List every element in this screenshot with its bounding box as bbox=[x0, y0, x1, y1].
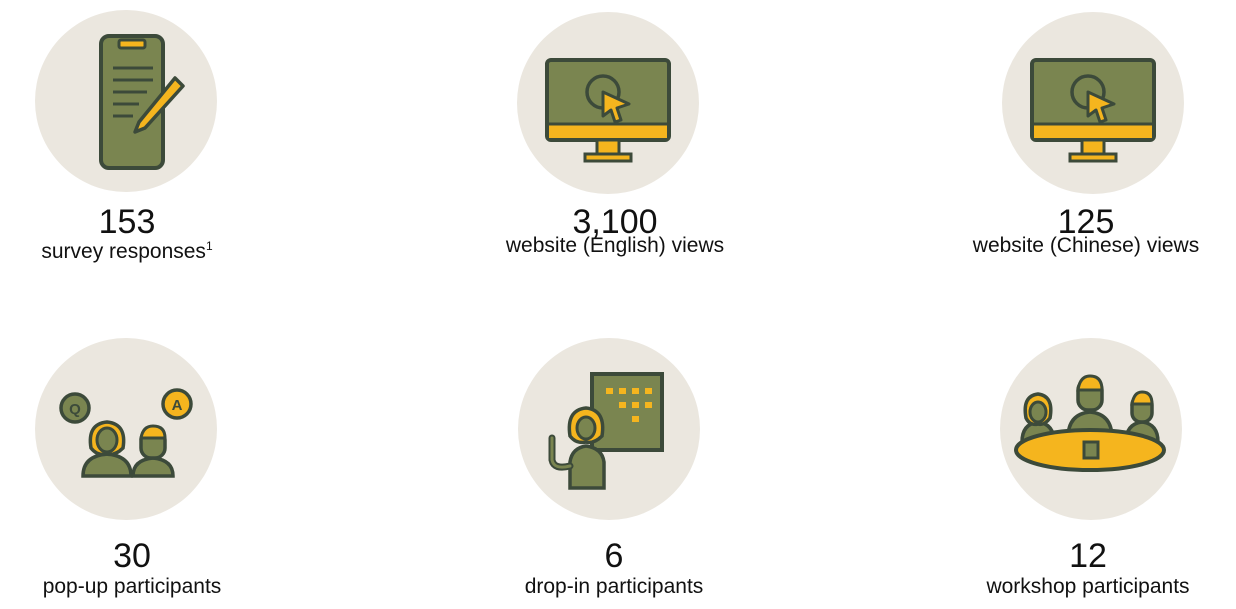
monitor-cursor-icon bbox=[1030, 58, 1156, 163]
circle-background bbox=[517, 12, 699, 194]
stat-label-text: survey responses bbox=[41, 240, 206, 263]
circle-background: Q A bbox=[35, 338, 217, 520]
stat-pop-up-participants: Q A 30 pop-up participants bbox=[0, 330, 282, 609]
stat-label: website (Chinese) views bbox=[972, 234, 1200, 257]
circle-background bbox=[35, 10, 217, 192]
tablet-pen-icon bbox=[99, 34, 185, 170]
footnote-marker: 1 bbox=[205, 239, 213, 253]
stat-survey-responses: 153 survey responses1 bbox=[0, 0, 277, 263]
stat-label: pop-up participants bbox=[42, 575, 222, 598]
stat-value: 6 bbox=[604, 537, 624, 575]
circle-background bbox=[1000, 338, 1182, 520]
svg-text:Q: Q bbox=[69, 401, 81, 418]
stat-label: website (English) views bbox=[505, 234, 725, 257]
stat-label: drop-in participants bbox=[524, 575, 704, 598]
stat-drop-in-participants: 6 drop-in participants bbox=[464, 330, 764, 609]
stat-website-english-views: 3,100 website (English) views bbox=[465, 0, 765, 260]
qa-people-icon: Q A bbox=[59, 388, 193, 478]
round-table-icon bbox=[1014, 374, 1166, 472]
stat-website-chinese-views: 125 website (Chinese) views bbox=[936, 0, 1236, 260]
circle-background bbox=[518, 338, 700, 520]
stat-label: survey responses1 bbox=[0, 233, 277, 265]
stat-label: workshop participants bbox=[986, 575, 1190, 598]
presenter-board-icon bbox=[548, 372, 664, 490]
circle-background bbox=[1002, 12, 1184, 194]
monitor-cursor-icon bbox=[545, 58, 671, 163]
stat-value: 30 bbox=[113, 537, 151, 575]
stat-value: 12 bbox=[1069, 537, 1107, 575]
stat-workshop-participants: 12 workshop participants bbox=[938, 330, 1236, 609]
svg-text:A: A bbox=[172, 397, 183, 414]
